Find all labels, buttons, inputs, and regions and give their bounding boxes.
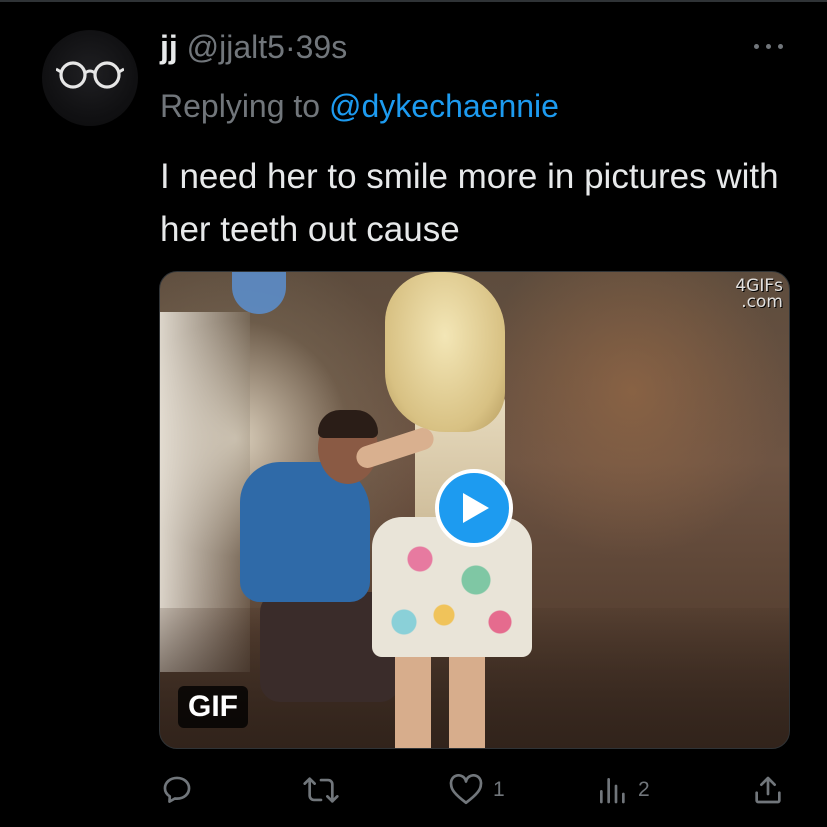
tweet-actions-bar: 1 2	[0, 770, 827, 810]
display-name[interactable]: jj	[160, 29, 178, 65]
user-handle[interactable]: @jjalt5	[187, 29, 285, 65]
reply-mention-link[interactable]: @dykechaennie	[329, 88, 559, 124]
more-options-icon[interactable]	[752, 40, 786, 52]
separator-dot: ·	[284, 29, 296, 65]
like-button[interactable]: 1	[449, 770, 505, 810]
like-count: 1	[493, 778, 505, 801]
man-figure-hair	[318, 410, 378, 438]
glasses-icon	[56, 61, 124, 89]
tweet-text: I need her to smile more in pictures wit…	[160, 157, 779, 249]
watermark-line-2: .com	[741, 292, 783, 312]
heart-icon	[449, 774, 483, 805]
timestamp[interactable]: 39s	[296, 29, 348, 65]
reply-button[interactable]	[160, 770, 194, 810]
retweet-button[interactable]	[302, 770, 340, 810]
share-button[interactable]	[752, 770, 784, 810]
avatar[interactable]	[42, 30, 138, 126]
top-divider	[0, 0, 827, 2]
play-button[interactable]	[435, 469, 513, 547]
woman-figure-hair	[385, 272, 505, 432]
share-icon	[755, 776, 781, 804]
woman-figure-legs	[395, 652, 485, 748]
tweet-header: jj @jjalt5·39s	[160, 27, 347, 67]
gif-badge: GIF	[178, 686, 248, 728]
gif-media[interactable]: 4GIFs .com GIF	[159, 271, 790, 749]
balloon	[232, 272, 286, 314]
replying-prefix: Replying to	[160, 88, 321, 124]
reply-icon	[163, 776, 191, 803]
replying-to-line: Replying to @dykechaennie	[160, 86, 559, 126]
views-count: 2	[638, 778, 650, 801]
play-icon	[463, 493, 489, 523]
retweet-icon	[303, 777, 339, 803]
analytics-icon	[600, 778, 625, 804]
media-watermark: 4GIFs .com	[735, 278, 783, 312]
views-button[interactable]: 2	[596, 770, 650, 810]
